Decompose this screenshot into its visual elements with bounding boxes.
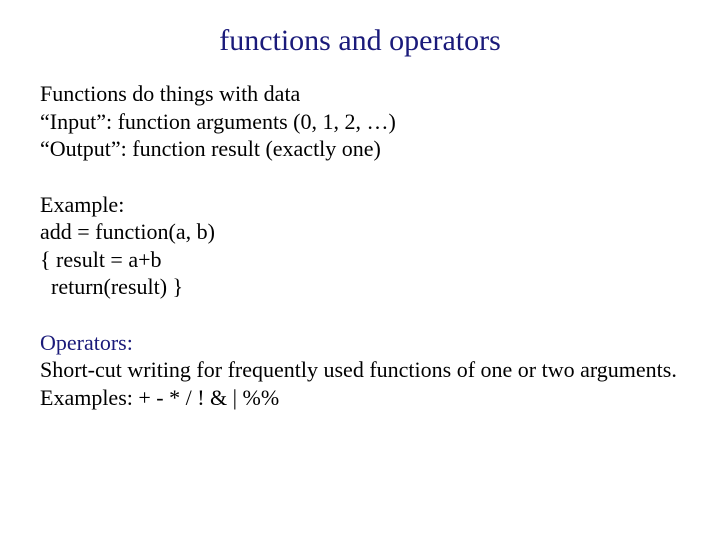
intro-line-1: Functions do things with data: [40, 80, 680, 108]
intro-block: Functions do things with data “Input”: f…: [40, 80, 680, 163]
slide: functions and operators Functions do thi…: [0, 0, 720, 540]
example-line-1: add = function(a, b): [40, 218, 680, 246]
example-heading: Example:: [40, 191, 680, 219]
intro-line-2: “Input”: function arguments (0, 1, 2, …): [40, 108, 680, 136]
slide-body: Functions do things with data “Input”: f…: [40, 80, 680, 439]
operators-line-2: Examples: + - * / ! & | %%: [40, 384, 680, 412]
example-line-2: { result = a+b: [40, 246, 680, 274]
intro-line-3: “Output”: function result (exactly one): [40, 135, 680, 163]
example-block: Example: add = function(a, b) { result =…: [40, 191, 680, 301]
operators-line-1: Short-cut writing for frequently used fu…: [40, 356, 680, 384]
example-line-3: return(result) }: [40, 273, 680, 301]
operators-heading: Operators:: [40, 329, 680, 357]
slide-title: functions and operators: [0, 24, 720, 58]
operators-block: Operators: Short-cut writing for frequen…: [40, 329, 680, 412]
